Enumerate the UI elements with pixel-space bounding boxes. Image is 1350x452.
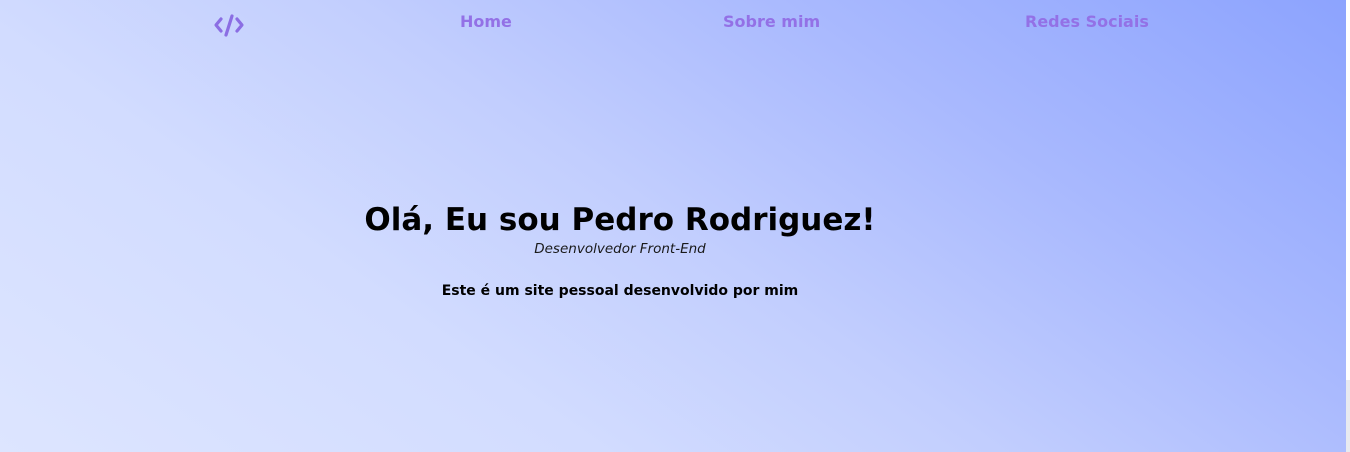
scrollbar-thumb[interactable] xyxy=(1346,0,1350,380)
nav-link-sobre-mim[interactable]: Sobre mim xyxy=(723,12,820,32)
code-icon xyxy=(214,14,244,37)
hero-title: Olá, Eu sou Pedro Rodriguez! xyxy=(364,202,876,238)
hero-section: Olá, Eu sou Pedro Rodriguez! Desenvolved… xyxy=(320,200,920,300)
scrollbar[interactable] xyxy=(1346,0,1350,452)
logo-link[interactable] xyxy=(210,10,248,40)
hero-subtitle: Desenvolvedor Front-End xyxy=(534,241,706,257)
hero-description: Este é um site pessoal desenvolvido por … xyxy=(441,283,799,299)
nav-link-home[interactable]: Home xyxy=(460,12,512,32)
nav-link-redes-sociais[interactable]: Redes Sociais xyxy=(1025,12,1149,32)
navbar: Home Sobre mim Redes Sociais xyxy=(0,0,1346,46)
